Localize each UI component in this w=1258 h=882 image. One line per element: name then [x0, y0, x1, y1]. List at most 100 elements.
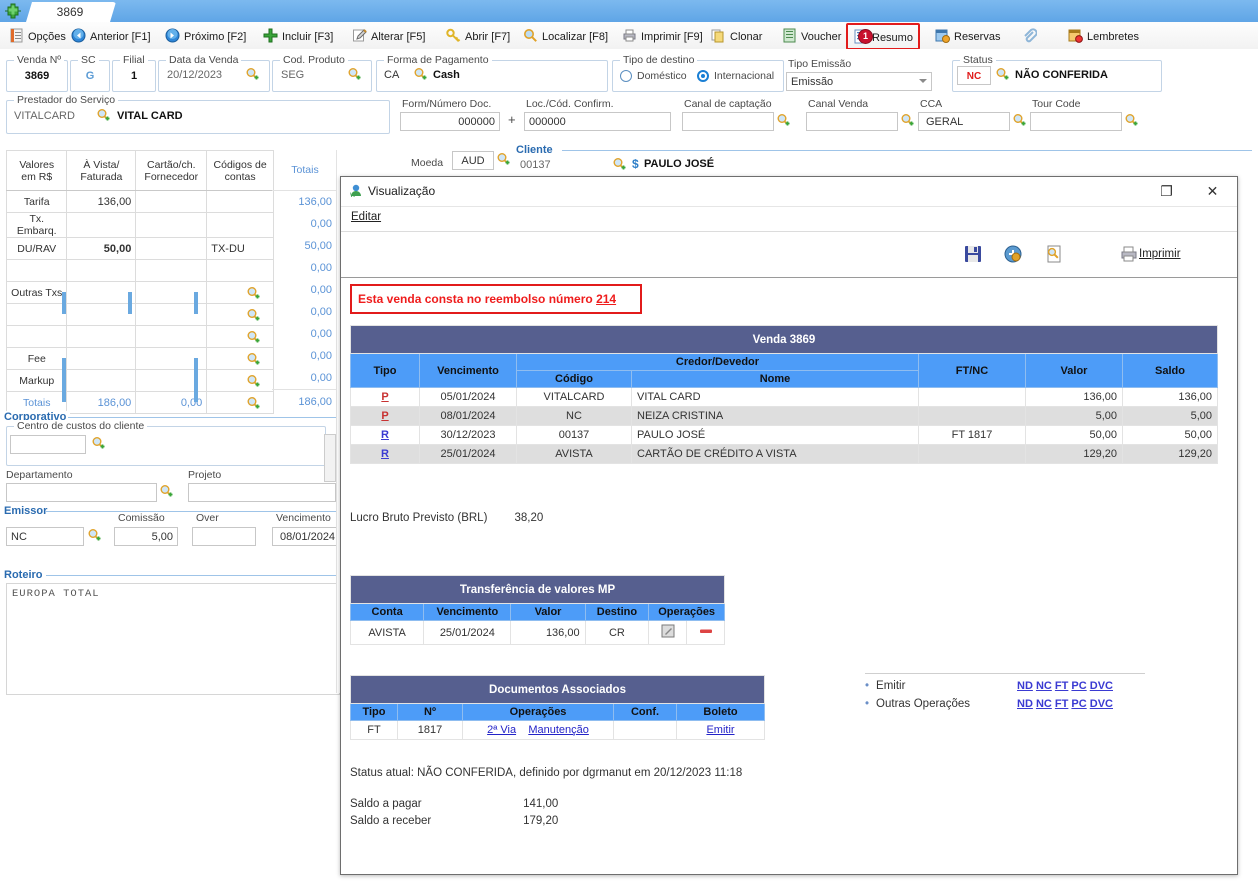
refund-warning-number[interactable]: 214 — [596, 292, 616, 306]
move-cross-icon[interactable] — [4, 2, 22, 20]
docs-link-segunda-via[interactable]: 2ª Via — [487, 724, 516, 736]
data-venda-input[interactable]: 20/12/2023 — [163, 66, 241, 85]
loc-cod-confirm-input[interactable]: 000000 — [524, 112, 671, 131]
values-row-codigo[interactable] — [206, 259, 274, 282]
moeda-input[interactable]: AUD — [452, 151, 494, 170]
values-row-avista[interactable] — [66, 347, 137, 370]
values-row-codigo[interactable] — [206, 190, 274, 213]
sc-value[interactable]: G — [74, 67, 106, 86]
toolbar-print-button[interactable]: Imprimir [F9] — [619, 25, 706, 46]
toolbar-include-button[interactable]: Incluir [F3] — [260, 25, 336, 46]
venda-tipo-link[interactable]: P — [381, 410, 388, 422]
projeto-input[interactable] — [188, 483, 336, 502]
centro-custos-input[interactable] — [10, 435, 86, 454]
toolbar-reminders-button[interactable]: Lembretes — [1065, 25, 1142, 46]
link-emitir-nc[interactable]: NC — [1036, 680, 1052, 692]
centro-custos-lookup-icon[interactable] — [91, 436, 106, 451]
link-emitir-pc[interactable]: PC — [1071, 680, 1086, 692]
over-input[interactable] — [192, 527, 256, 546]
values-row-avista[interactable] — [66, 303, 137, 326]
link-outras-ft[interactable]: FT — [1055, 698, 1068, 710]
link-emitir-nd[interactable]: ND — [1017, 680, 1033, 692]
roteiro-textarea[interactable]: EUROPA TOTAL — [6, 583, 340, 695]
data-venda-lookup-icon[interactable] — [245, 67, 260, 82]
venda-tipo-link[interactable]: R — [381, 448, 389, 460]
transfer-delete-cell[interactable] — [686, 620, 725, 645]
values-row-codigo[interactable] — [206, 303, 274, 326]
values-row-cartao[interactable] — [135, 325, 208, 348]
link-outras-dvc[interactable]: DVC — [1090, 698, 1113, 710]
comissao-input[interactable]: 5,00 — [114, 527, 178, 546]
toolbar-clone-button[interactable]: Clonar — [708, 25, 765, 46]
forma-pagamento-code[interactable]: CA — [380, 66, 410, 85]
values-row-avista[interactable] — [66, 259, 137, 282]
form-numero-doc-input[interactable]: 000000 — [400, 112, 500, 131]
cliente-lookup-icon[interactable] — [612, 157, 627, 172]
values-row-lookup-icon[interactable] — [246, 330, 261, 345]
values-row-lookup-icon[interactable] — [246, 352, 261, 367]
status-code[interactable]: NC — [957, 66, 991, 85]
toolbar-previous-button[interactable]: Anterior [F1] — [68, 25, 154, 46]
cod-produto-input[interactable]: SEG — [277, 66, 341, 85]
link-outras-nc[interactable]: NC — [1036, 698, 1052, 710]
docs-link-emitir[interactable]: Emitir — [706, 724, 734, 736]
prestador-code[interactable]: VITALCARD — [10, 107, 92, 126]
values-row-avista[interactable] — [66, 325, 137, 348]
values-row-lookup-icon[interactable] — [246, 308, 261, 323]
inner-scrollbar[interactable] — [324, 434, 336, 482]
toolbar-options-button[interactable]: Opções — [6, 25, 69, 46]
emissor-vencimento-input[interactable]: 08/01/2024 — [272, 527, 338, 546]
save-icon[interactable] — [963, 244, 983, 264]
venda-tipo-link[interactable]: P — [381, 391, 388, 403]
emissor-code-input[interactable]: NC — [6, 527, 84, 546]
link-emitir-ft[interactable]: FT — [1055, 680, 1068, 692]
maximize-icon[interactable]: ❐ — [1144, 177, 1189, 205]
toolbar-change-button[interactable]: Alterar [F5] — [349, 25, 428, 46]
values-row-codigo[interactable] — [206, 325, 274, 348]
dialog-titlebar[interactable]: W Visualização ❐ ✕ — [341, 177, 1237, 207]
values-row-codigo[interactable]: TX-DU — [206, 237, 274, 260]
preview-icon[interactable] — [1044, 244, 1064, 264]
tour-code-lookup-icon[interactable] — [1124, 113, 1139, 128]
values-row-lookup-icon[interactable] — [246, 286, 261, 301]
cca-lookup-icon[interactable] — [1012, 113, 1027, 128]
prestador-lookup-icon[interactable] — [96, 108, 111, 123]
tipo-emissao-select[interactable]: Emissão — [786, 72, 932, 91]
toolbar-open-button[interactable]: Abrir [F7] — [443, 25, 513, 46]
values-row-avista[interactable]: 50,00 — [66, 237, 137, 260]
toolbar-next-button[interactable]: Próximo [F2] — [162, 25, 249, 46]
venda-numero-value[interactable]: 3869 — [10, 67, 64, 86]
link-outras-pc[interactable]: PC — [1071, 698, 1086, 710]
toolbar-resumo-button[interactable]: 1 Resumo — [846, 23, 920, 50]
cod-produto-lookup-icon[interactable] — [347, 67, 362, 82]
toolbar-reservations-button[interactable]: Reservas — [932, 25, 1003, 46]
values-row-avista[interactable] — [66, 212, 137, 238]
filial-value[interactable]: 1 — [116, 67, 152, 86]
toolbar-find-button[interactable]: Localizar [F8] — [520, 25, 611, 46]
values-row-cartao[interactable] — [135, 237, 208, 260]
printer-icon-dialog[interactable] — [1119, 244, 1139, 264]
forma-pagamento-lookup-icon[interactable] — [413, 67, 428, 82]
venda-tipo-link[interactable]: R — [381, 429, 389, 441]
edit-pencil-icon[interactable] — [661, 624, 675, 641]
departamento-input[interactable] — [6, 483, 157, 502]
values-row-codigo[interactable] — [206, 347, 274, 370]
cliente-code[interactable]: 00137 — [516, 156, 608, 175]
values-row-cartao[interactable] — [135, 259, 208, 282]
canal-captacao-lookup-icon[interactable] — [776, 113, 791, 128]
radio-domestico[interactable] — [620, 70, 632, 82]
emissor-lookup-icon[interactable] — [87, 528, 102, 543]
toolbar-voucher-button[interactable]: Voucher — [779, 25, 844, 46]
toolbar-attachment-button[interactable] — [1019, 25, 1044, 46]
values-row-codigo[interactable] — [206, 281, 274, 304]
canal-venda-lookup-icon[interactable] — [900, 113, 915, 128]
export-icon[interactable] — [1003, 244, 1023, 264]
docs-link-manutencao[interactable]: Manutenção — [528, 724, 589, 736]
transfer-edit-cell[interactable] — [648, 620, 688, 645]
close-icon[interactable]: ✕ — [1190, 177, 1235, 205]
values-row-codigo[interactable] — [206, 369, 274, 392]
canal-venda-input[interactable] — [806, 112, 898, 131]
radio-internacional[interactable] — [697, 70, 709, 82]
values-row-codigo[interactable] — [206, 212, 274, 238]
departamento-lookup-icon[interactable] — [159, 484, 174, 499]
